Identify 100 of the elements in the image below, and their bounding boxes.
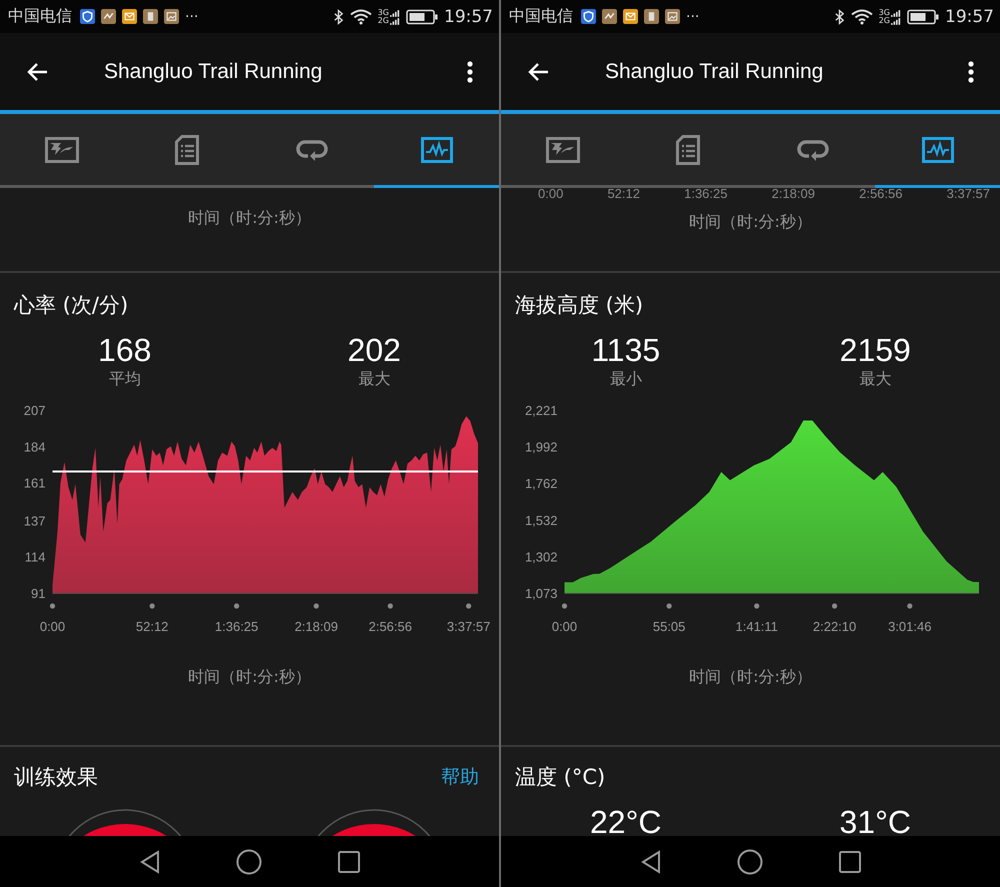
stat-label: 最大: [859, 369, 892, 390]
mail-icon: [122, 9, 137, 24]
help-link[interactable]: 帮助: [441, 764, 479, 790]
stat-value: 31°C: [840, 803, 911, 836]
axis-tick-label: 207: [24, 403, 46, 418]
axis-tick-label: 52:12: [136, 619, 168, 634]
axis-tick-label: 2:56:56: [859, 188, 902, 202]
axis-tick-label: 2:56:56: [368, 619, 412, 634]
shield-icon: [581, 9, 596, 24]
image-icon: [164, 9, 179, 24]
stat-label: 最小: [610, 369, 642, 390]
axis-tick-label: 2:18:09: [772, 188, 815, 202]
axis-tick-label: 184: [24, 439, 46, 454]
stat-label: 最大: [358, 369, 390, 390]
stat-label: 平均: [108, 369, 141, 390]
axis-tick-label: 1,762: [524, 476, 558, 492]
axis-tick-label: 161: [24, 476, 46, 491]
back-icon[interactable]: [640, 850, 662, 874]
wifi-icon: [350, 8, 372, 24]
axis-tick-label: 3:01:46: [888, 619, 932, 634]
clock: 19:57: [945, 6, 994, 26]
more-notifications: ···: [686, 8, 700, 24]
more-notifications: ···: [185, 8, 198, 24]
tick-dot: [666, 603, 672, 609]
axis-title: 时间（时:分:秒）: [188, 667, 311, 688]
axis-tick-label: 1,073: [524, 586, 558, 601]
axis-title: 时间（时:分:秒）: [689, 667, 812, 688]
activity-chart-icon: [420, 136, 453, 162]
tick-dot: [50, 603, 56, 609]
axis-tick-label: 0:00: [40, 619, 66, 634]
network-type-label: 2G: [378, 16, 389, 24]
network-type-label: 2G: [878, 16, 890, 24]
tick-dot: [234, 603, 240, 609]
loop-arrow-icon: [796, 138, 829, 162]
axis-tick-label: 2,221: [524, 403, 558, 418]
bluetooth-icon: [332, 8, 344, 24]
axis-title: 时间（时:分:秒）: [689, 212, 812, 233]
section-title: 训练效果: [14, 764, 98, 791]
wifi-icon: [850, 8, 873, 24]
section-title: 海拔高度 (米): [515, 292, 644, 319]
axis-tick-label: 114: [24, 550, 46, 565]
recents-icon[interactable]: [838, 850, 862, 874]
recents-icon[interactable]: [336, 850, 360, 874]
loop-arrow-icon: [296, 138, 328, 162]
section-title: 温度 (°C): [515, 764, 606, 791]
axis-tick-label: 1:36:25: [214, 619, 258, 634]
axis-tick-label: 0:00: [552, 619, 578, 634]
axis-tick-label: 1,532: [524, 512, 558, 528]
document-icon: [676, 134, 700, 164]
stat-value: 1135: [591, 331, 660, 369]
more-options-icon[interactable]: [968, 60, 974, 84]
stat-value: 168: [98, 331, 152, 369]
axis-tick-label: 1,992: [524, 440, 558, 454]
carrier-name: 中国电信: [509, 6, 573, 27]
stat-value: 22°C: [590, 803, 662, 836]
axis-title: 时间（时:分:秒）: [188, 208, 311, 229]
screen-title: Shangluo Trail Running: [104, 60, 322, 84]
stat-value: 202: [348, 331, 401, 369]
axis-tick-label: 0:00: [538, 188, 564, 202]
map-icon: [45, 136, 80, 162]
document-icon: [175, 134, 200, 164]
more-options-icon[interactable]: [467, 60, 473, 84]
mail-icon: [623, 9, 638, 24]
battery-icon: [406, 8, 438, 24]
battery-icon: [907, 8, 939, 24]
tick-dot: [388, 603, 393, 609]
tick-dot: [754, 603, 760, 609]
shield-icon: [80, 9, 95, 24]
tick-dot: [562, 603, 568, 609]
activity-chart-icon: [922, 136, 954, 162]
tick-dot: [466, 603, 472, 609]
clock: 19:57: [444, 6, 493, 26]
home-icon[interactable]: [236, 848, 262, 874]
stat-value: 2159: [840, 331, 911, 369]
sim-card-icon: [644, 9, 659, 24]
axis-tick-label: 3:37:57: [446, 619, 490, 634]
network-type-label: 3G: [878, 8, 890, 16]
app-icon: [101, 9, 116, 24]
axis-tick-label: 1:36:25: [684, 188, 728, 202]
screen-title: Shangluo Trail Running: [605, 60, 824, 84]
axis-tick-label: 2:22:10: [812, 619, 856, 634]
axis-tick-label: 1,302: [524, 550, 558, 564]
axis-tick-label: 3:37:57: [946, 188, 990, 202]
tick-dot: [150, 603, 155, 609]
tick-dot: [832, 603, 838, 609]
tick-dot: [907, 603, 912, 609]
back-icon[interactable]: [138, 850, 160, 874]
axis-tick-label: 91: [31, 586, 46, 601]
axis-tick-label: 137: [24, 513, 46, 528]
axis-tick-label: 52:12: [607, 188, 640, 202]
axis-tick-label: 55:05: [652, 619, 686, 634]
map-icon: [546, 136, 580, 162]
section-title: 心率 (次/分): [14, 292, 130, 319]
image-icon: [665, 9, 680, 24]
carrier-name: 中国电信: [8, 6, 72, 27]
bluetooth-icon: [834, 8, 845, 24]
home-icon[interactable]: [736, 848, 762, 874]
network-type-label: 3G: [378, 8, 389, 16]
axis-tick-label: 1:41:11: [736, 619, 778, 634]
sim-card-icon: [143, 9, 158, 24]
